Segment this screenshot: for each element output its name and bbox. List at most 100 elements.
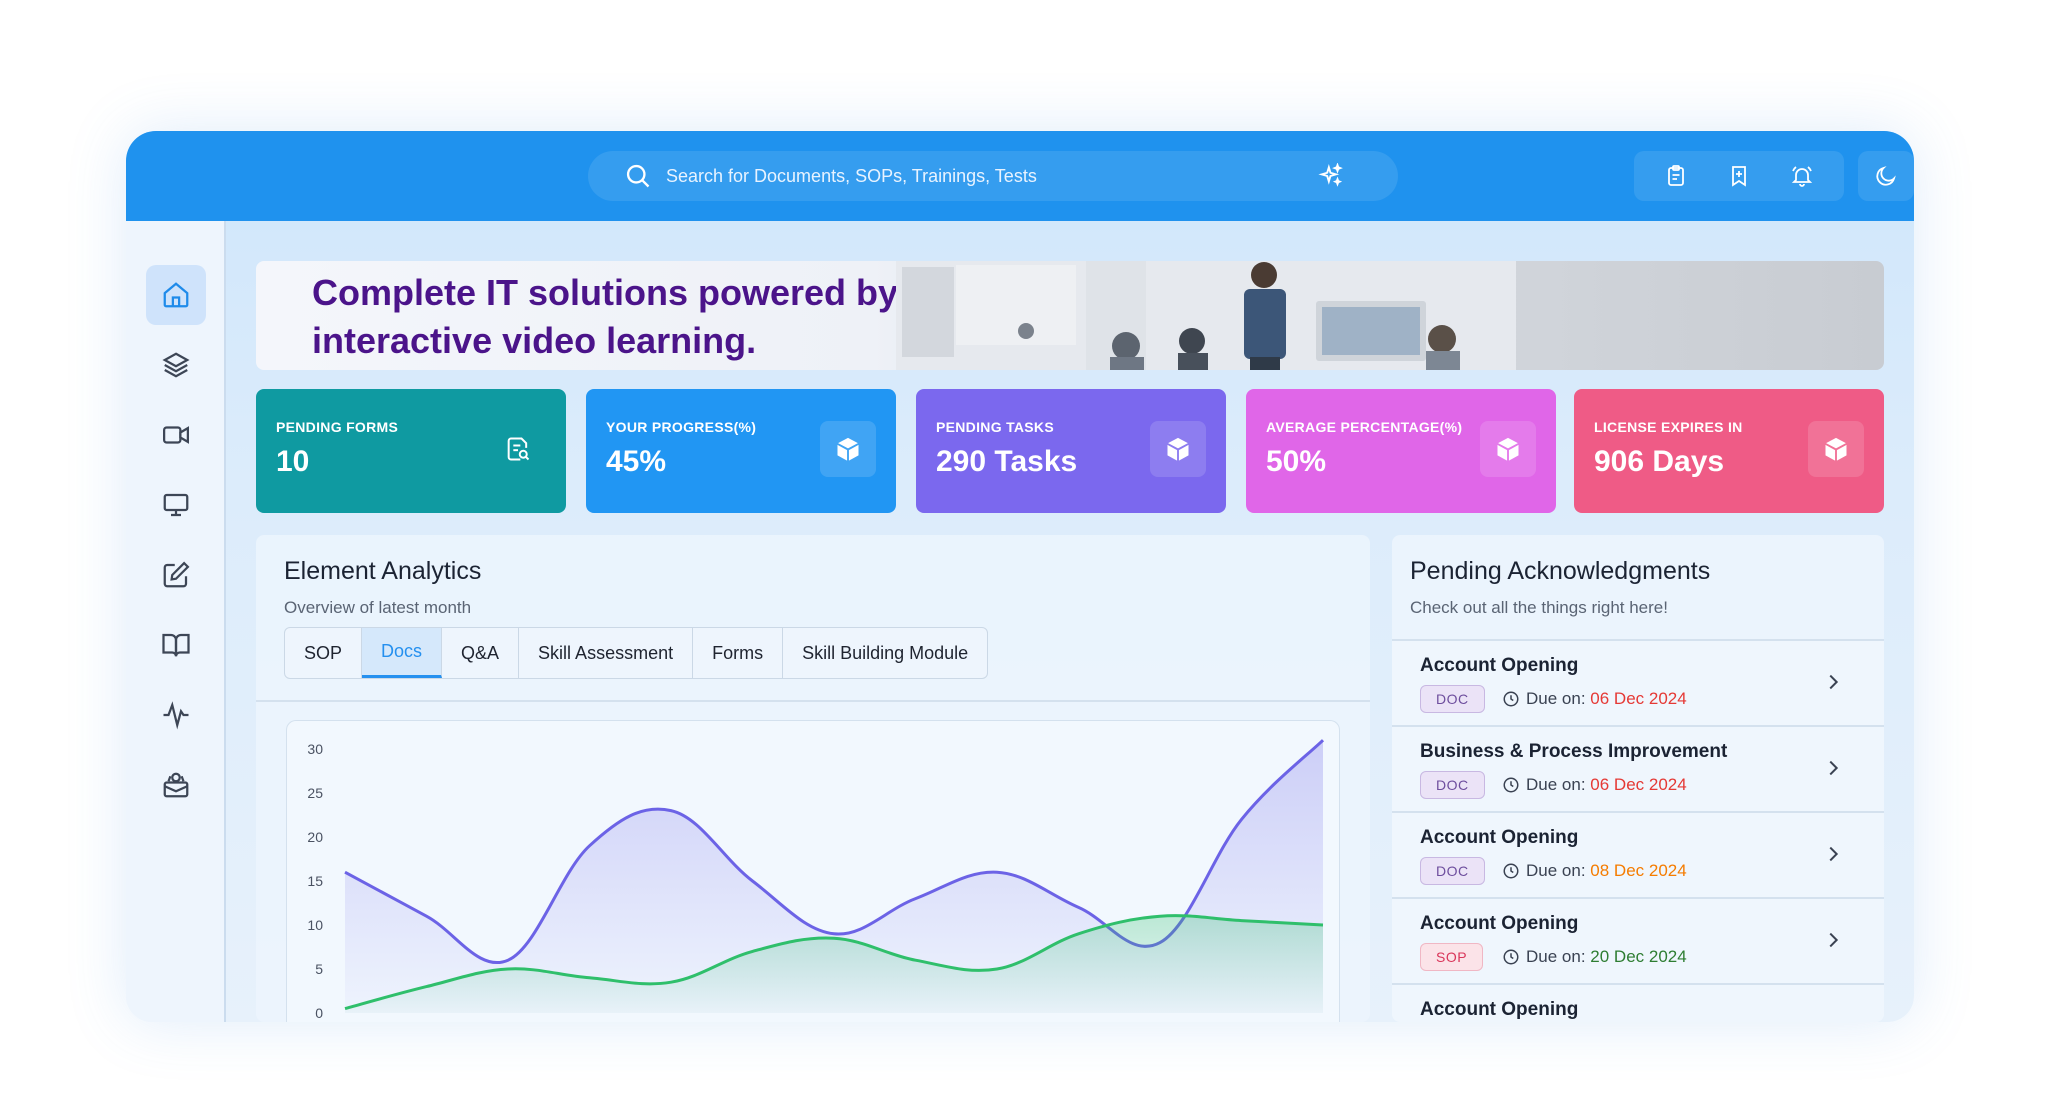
due-value: 08 Dec 2024 — [1590, 861, 1687, 880]
sparkle-icon[interactable] — [1318, 163, 1344, 189]
chevron-right-icon[interactable] — [1822, 843, 1844, 865]
activity-icon — [163, 701, 189, 730]
panel-subtitle: Check out all the things right here! — [1410, 598, 1668, 617]
due-value: 06 Dec 2024 — [1590, 689, 1687, 708]
item-title: Account Opening — [1420, 655, 1579, 676]
type-badge: DOC — [1420, 685, 1485, 713]
type-badge: DOC — [1420, 771, 1485, 799]
panel-title: Element Analytics — [284, 557, 482, 585]
sidebar-item-trainings[interactable] — [146, 475, 206, 535]
top-bar: Search for Documents, SOPs, Trainings, T… — [126, 131, 1914, 221]
stat-card-pending-forms[interactable]: PENDING FORMS 10 — [256, 389, 566, 513]
acknowledgment-item[interactable]: Account Opening — [1392, 983, 1884, 1022]
search-bar[interactable]: Search for Documents, SOPs, Trainings, T… — [588, 151, 1398, 201]
y-tick-label: 5 — [315, 961, 323, 977]
stat-icon-container — [1808, 421, 1864, 477]
sidebar-item-home[interactable] — [146, 265, 206, 325]
moon-icon — [1876, 166, 1896, 186]
stat-card-progress[interactable]: YOUR PROGRESS(%) 45% — [586, 389, 896, 513]
analytics-tabs: SOP Docs Q&A Skill Assessment Forms Skil… — [284, 627, 989, 679]
layers-icon — [162, 352, 190, 378]
promo-banner: Complete IT solutions powered by interac… — [256, 261, 1884, 370]
due-value: 20 Dec 2024 — [1590, 947, 1687, 966]
acknowledgment-item[interactable]: Account Opening DOC Due on: 06 Dec 2024 — [1392, 639, 1884, 725]
stat-icon-container — [490, 421, 546, 477]
tab-skill-building-module[interactable]: Skill Building Module — [783, 628, 987, 678]
sidebar-item-library[interactable] — [146, 615, 206, 675]
due-date: Due on: 06 Dec 2024 — [1502, 775, 1687, 795]
clock-icon — [1503, 949, 1519, 965]
acknowledgment-item[interactable]: Account Opening SOP Due on: 20 Dec 2024 — [1392, 897, 1884, 983]
stat-card-pending-tasks[interactable]: PENDING TASKS 290 Tasks — [916, 389, 1226, 513]
y-tick-label: 15 — [307, 873, 323, 889]
acknowledgment-item[interactable]: Business & Process Improvement DOC Due o… — [1392, 725, 1884, 811]
stat-icon-container — [1150, 421, 1206, 477]
sidebar-item-layers[interactable] — [146, 335, 206, 395]
chart-svg: 30 25 20 15 10 5 0 — [307, 739, 1325, 1021]
page: Search for Documents, SOPs, Trainings, T… — [0, 0, 2048, 1101]
tab-forms[interactable]: Forms — [693, 628, 784, 678]
chevron-right-icon[interactable] — [1822, 757, 1844, 779]
bell-icon — [1792, 166, 1813, 187]
item-title: Business & Process Improvement — [1420, 741, 1728, 762]
clipboard-button[interactable] — [1656, 156, 1696, 196]
cube-icon — [1167, 437, 1189, 461]
item-title: Account Opening — [1420, 827, 1579, 848]
y-tick-label: 20 — [307, 829, 323, 845]
due-value: 06 Dec 2024 — [1590, 775, 1687, 794]
video-icon — [163, 426, 189, 444]
y-tick-label: 30 — [307, 741, 323, 757]
panel-subtitle: Overview of latest month — [284, 598, 472, 617]
chevron-right-icon[interactable] — [1822, 671, 1844, 693]
form-search-icon — [507, 437, 530, 461]
due-label: Due on: — [1526, 775, 1586, 794]
y-tick-label: 0 — [315, 1005, 323, 1021]
stat-icon-container — [1480, 421, 1536, 477]
item-title: Account Opening — [1420, 913, 1579, 934]
search-input[interactable]: Search for Documents, SOPs, Trainings, T… — [666, 166, 1037, 187]
pending-acknowledgments-panel: Pending Acknowledgments Check out all th… — [1392, 535, 1884, 1022]
tab-skill-assessment[interactable]: Skill Assessment — [519, 628, 694, 678]
due-date: Due on: 20 Dec 2024 — [1502, 947, 1687, 967]
chevron-right-icon[interactable] — [1822, 929, 1844, 951]
sidebar-item-forms[interactable] — [146, 545, 206, 605]
y-tick-label: 25 — [307, 785, 323, 801]
badge-icon — [163, 772, 189, 798]
sidebar-item-certificates[interactable] — [146, 755, 206, 815]
theme-toggle-button[interactable] — [1858, 151, 1914, 201]
banner-title: Complete IT solutions powered by interac… — [312, 272, 899, 361]
edit-icon — [163, 561, 190, 588]
due-date: Due on: 08 Dec 2024 — [1502, 861, 1687, 881]
notifications-button[interactable] — [1782, 156, 1822, 196]
acknowledgment-item[interactable]: Account Opening DOC Due on: 08 Dec 2024 — [1392, 811, 1884, 897]
due-label: Due on: — [1526, 689, 1586, 708]
tab-docs[interactable]: Docs — [362, 628, 443, 678]
due-label: Due on: — [1526, 947, 1586, 966]
cube-icon — [837, 437, 859, 461]
type-badge: SOP — [1420, 943, 1484, 971]
stat-icon-container — [820, 421, 876, 477]
type-badge: DOC — [1420, 857, 1485, 885]
bookmark-button[interactable] — [1719, 156, 1759, 196]
sidebar-item-videos[interactable] — [146, 405, 206, 465]
search-icon — [626, 164, 650, 188]
stat-card-average-percentage[interactable]: AVERAGE PERCENTAGE(%) 50% — [1246, 389, 1556, 513]
bookmark-icon — [1732, 166, 1746, 187]
cube-icon — [1497, 437, 1519, 461]
book-icon — [162, 633, 190, 657]
cube-icon — [1825, 437, 1847, 461]
sidebar-item-activity[interactable] — [146, 685, 206, 745]
y-tick-label: 10 — [307, 917, 323, 933]
tab-qa[interactable]: Q&A — [442, 628, 520, 678]
clock-icon — [1503, 777, 1519, 793]
due-label: Due on: — [1526, 861, 1586, 880]
due-date: Due on: 06 Dec 2024 — [1502, 689, 1687, 709]
stat-card-license-expiry[interactable]: LICENSE EXPIRES IN 906 Days — [1574, 389, 1884, 513]
clock-icon — [1503, 691, 1519, 707]
divider — [256, 700, 1370, 702]
monitor-icon — [163, 493, 189, 517]
clock-icon — [1503, 863, 1519, 879]
sidebar — [126, 221, 226, 1022]
item-title: Account Opening — [1420, 999, 1579, 1020]
tab-sop[interactable]: SOP — [285, 628, 363, 678]
